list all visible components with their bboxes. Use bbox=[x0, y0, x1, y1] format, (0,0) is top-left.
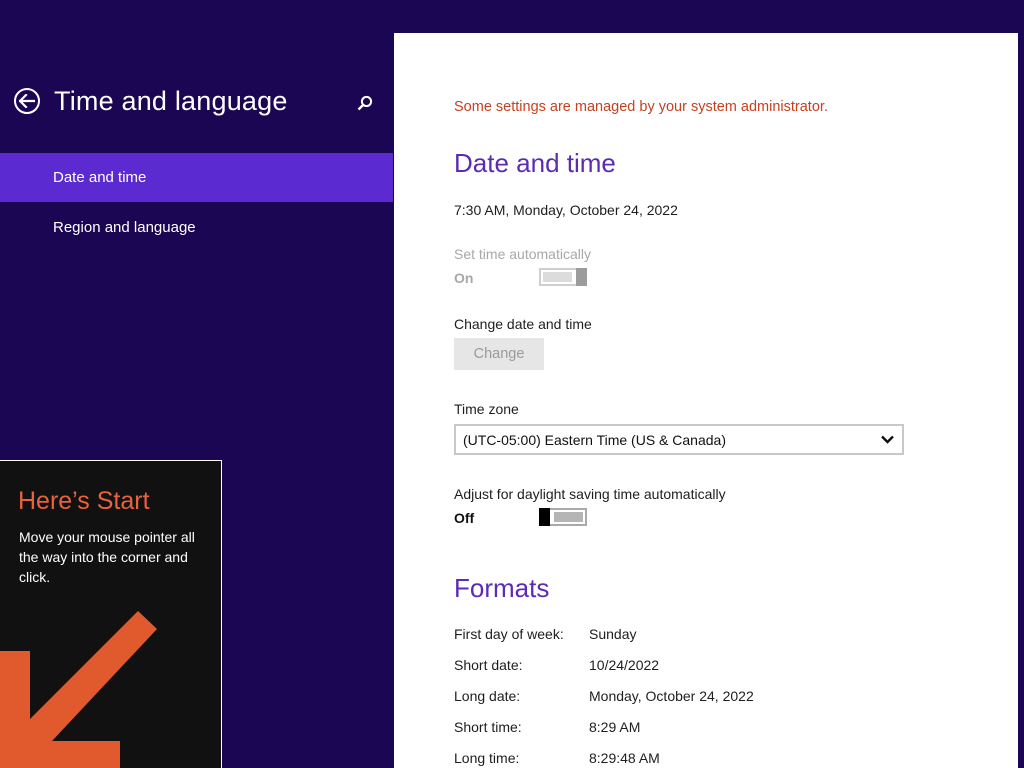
format-label: Long date: bbox=[454, 688, 521, 704]
time-zone-value: (UTC-05:00) Eastern Time (US & Canada) bbox=[463, 432, 726, 448]
format-label: Long time: bbox=[454, 750, 520, 766]
daylight-saving-toggle[interactable] bbox=[539, 508, 587, 526]
set-time-automatically-label: Set time automatically bbox=[454, 246, 591, 262]
change-date-time-label: Change date and time bbox=[454, 316, 592, 332]
formats-heading: Formats bbox=[454, 573, 550, 603]
set-time-automatically-toggle[interactable] bbox=[539, 268, 587, 286]
start-tip-panel: Here’s Start Move your mouse pointer all… bbox=[0, 460, 222, 768]
format-value: Monday, October 24, 2022 bbox=[589, 688, 754, 704]
start-tip-title: Here’s Start bbox=[18, 487, 150, 515]
sidebar-item-label: Region and language bbox=[53, 219, 196, 236]
back-arrow-icon bbox=[19, 94, 35, 108]
page-title: Time and language bbox=[54, 86, 288, 116]
chevron-down-icon bbox=[881, 435, 894, 444]
sidebar-item-region-and-language[interactable]: Region and language bbox=[0, 203, 393, 252]
toggle-knob bbox=[576, 268, 587, 286]
format-value: 8:29:48 AM bbox=[589, 750, 660, 766]
sidebar-item-date-and-time[interactable]: Date and time bbox=[0, 153, 393, 202]
time-zone-label: Time zone bbox=[454, 401, 519, 417]
format-value: 8:29 AM bbox=[589, 719, 641, 735]
current-date-time: 7:30 AM, Monday, October 24, 2022 bbox=[454, 202, 678, 218]
start-arrow-icon bbox=[0, 611, 157, 768]
format-label: Short time: bbox=[454, 719, 522, 735]
content-pane: Some settings are managed by your system… bbox=[394, 33, 1018, 768]
time-zone-select[interactable]: (UTC-05:00) Eastern Time (US & Canada) bbox=[454, 424, 904, 455]
settings-window: Time and language Date and time Region a… bbox=[0, 0, 1024, 768]
search-icon[interactable] bbox=[356, 94, 374, 112]
toggle-knob bbox=[539, 508, 550, 526]
admin-notice: Some settings are managed by your system… bbox=[454, 99, 828, 115]
format-value: Sunday bbox=[589, 626, 637, 642]
daylight-saving-label: Adjust for daylight saving time automati… bbox=[454, 486, 726, 502]
daylight-saving-state: Off bbox=[454, 510, 475, 526]
format-label: First day of week: bbox=[454, 626, 564, 642]
format-label: Short date: bbox=[454, 657, 523, 673]
sidebar-item-label: Date and time bbox=[53, 169, 147, 186]
change-button[interactable]: Change bbox=[454, 338, 544, 370]
set-time-automatically-state: On bbox=[454, 270, 474, 286]
start-tip-body: Move your mouse pointer all the way into… bbox=[19, 529, 195, 585]
date-time-heading: Date and time bbox=[454, 148, 616, 178]
back-button[interactable] bbox=[14, 88, 40, 114]
format-value: 10/24/2022 bbox=[589, 657, 660, 673]
